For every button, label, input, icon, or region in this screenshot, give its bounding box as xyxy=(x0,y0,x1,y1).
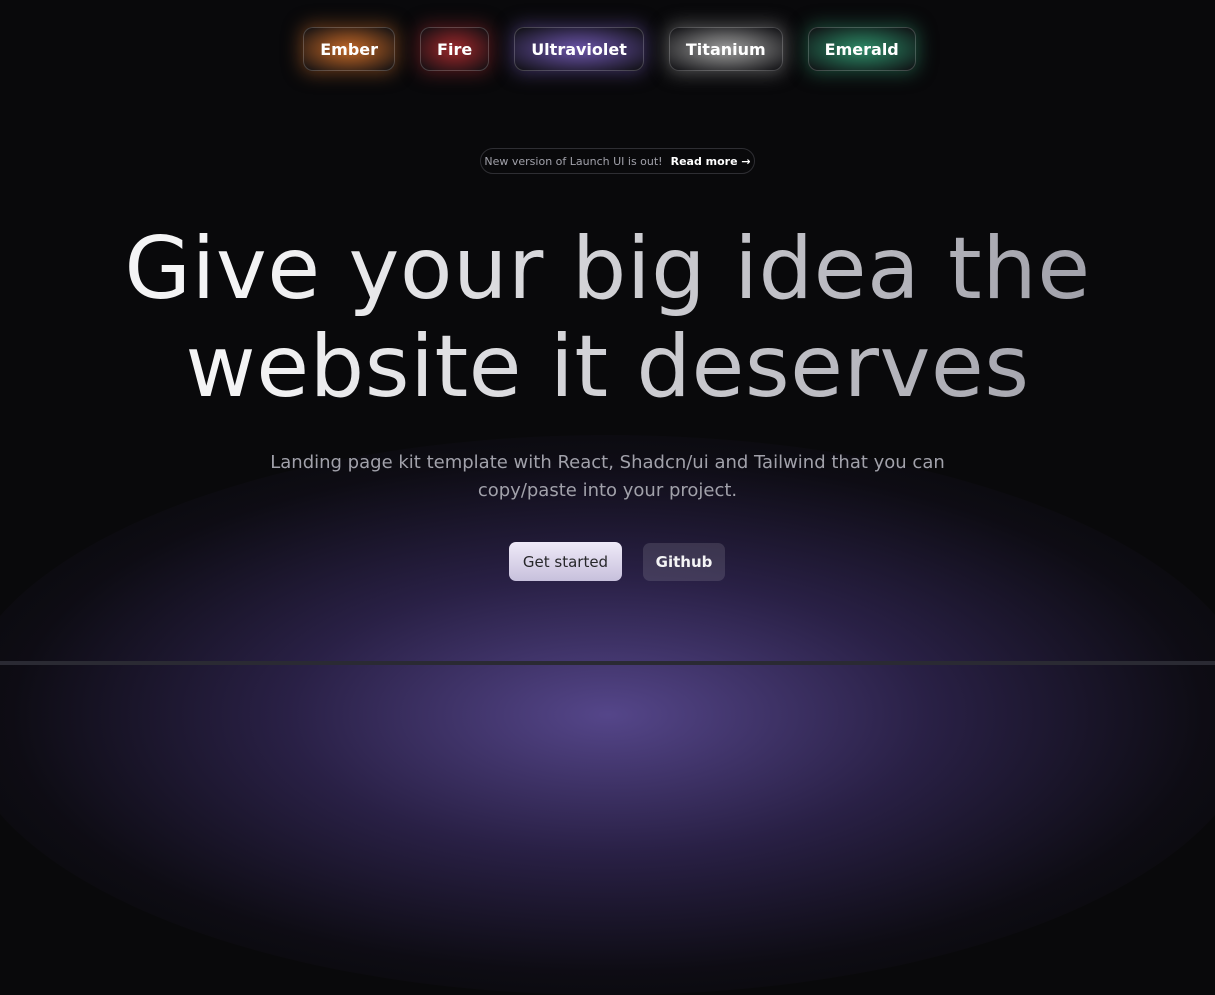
background-glow xyxy=(0,435,1215,995)
hero-title-line: Give your big idea the xyxy=(124,219,1091,319)
announcement-message: New version of Launch UI is out! xyxy=(484,154,663,168)
hero-subtitle: Landing page kit template with React, Sh… xyxy=(0,449,1215,505)
theme-ember-button[interactable]: Ember xyxy=(303,27,396,71)
theme-fire-button[interactable]: Fire xyxy=(420,27,490,71)
cta-group: Get started Github xyxy=(509,542,725,581)
theme-titanium-button[interactable]: Titanium xyxy=(668,27,783,71)
theme-ultraviolet-button[interactable]: Ultraviolet xyxy=(514,27,644,71)
theme-emerald-button[interactable]: Emerald xyxy=(807,27,916,71)
github-button[interactable]: Github xyxy=(643,543,725,581)
announcement-badge[interactable]: New version of Launch UI is out! Read mo… xyxy=(480,148,755,174)
read-more-link[interactable]: Read more → xyxy=(671,155,751,168)
theme-switcher: Ember Fire Ultraviolet Titanium Emerald xyxy=(0,27,1215,71)
get-started-button[interactable]: Get started xyxy=(509,542,622,581)
bottom-divider xyxy=(0,661,1215,665)
hero-title: Give your big idea the website it deserv… xyxy=(0,220,1215,416)
hero-title-line: website it deserves xyxy=(185,317,1030,417)
hero-subtitle-line: Landing page kit template with React, Sh… xyxy=(270,452,945,473)
hero-subtitle-line: copy/paste into your project. xyxy=(477,480,738,501)
